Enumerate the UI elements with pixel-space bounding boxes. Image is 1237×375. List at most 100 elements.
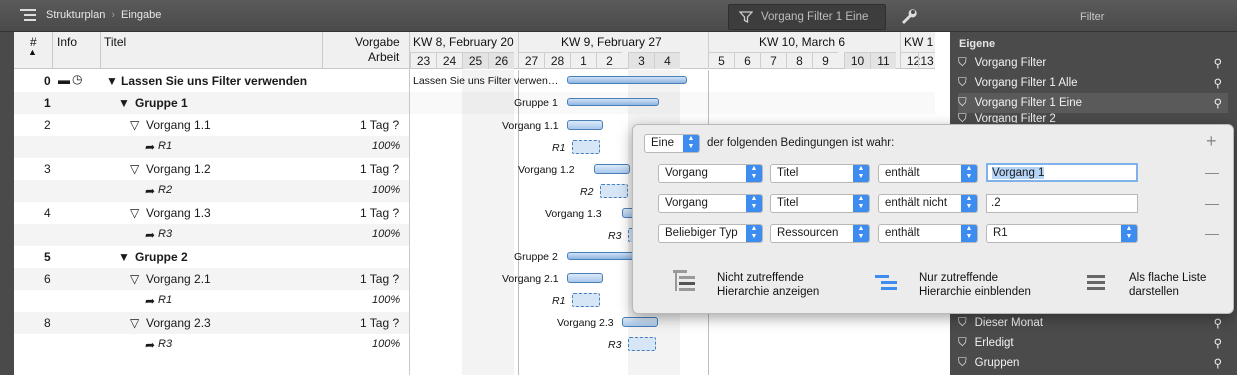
table-row[interactable]: 1 ▼ Gruppe 1 [14,92,409,114]
remove-condition-button[interactable] [1205,234,1219,235]
condition-attr-select[interactable]: Ressourcen ▲ ▼ [770,224,870,243]
disclosure-triangle-icon[interactable]: ▽ [130,206,139,220]
summary-bar[interactable] [567,98,659,106]
filter-editor-popover: Eine ▲ ▼ der folgenden Bedingungen ist wa… [632,124,1234,314]
condition-attr-select[interactable]: Titel ▲ ▼ [770,194,870,213]
header-title[interactable]: Titel [104,35,126,49]
breadcrumb-structure[interactable]: Strukturplan [46,9,105,21]
resource-bar[interactable] [572,140,600,154]
row-work[interactable]: 1 Tag ? [360,162,399,176]
condition-value-input[interactable]: Vorgang 1 [986,163,1138,182]
table-row[interactable]: ➦ R3 100% [14,334,409,356]
search-icon[interactable]: ⚲ [1214,76,1222,90]
resource-bar[interactable] [628,337,656,351]
search-icon[interactable]: ⚲ [1214,356,1222,370]
condition-field-select[interactable]: Beliebiger Typ ▲ ▼ [658,224,763,243]
table-row[interactable]: ➦ R1 100% [14,136,409,158]
search-icon[interactable]: ⚲ [1214,316,1222,330]
outline-icon[interactable] [20,8,40,22]
table-row[interactable]: 6 ▽ Vorgang 2.1 1 Tag ? [14,268,409,290]
row-work[interactable]: 1 Tag ? [360,206,399,220]
table-row[interactable]: ➦ R2 100% [14,180,409,202]
condition-field-select[interactable]: Vorgang ▲ ▼ [658,164,763,183]
table-row[interactable]: 5 ▼ Gruppe 2 [14,246,409,268]
condition-operator-select[interactable]: enthält ▲ ▼ [878,224,978,243]
resource-bar[interactable] [600,184,628,198]
resource-bar[interactable] [572,293,600,307]
condition-operator-select[interactable]: enthält ▲ ▼ [878,164,978,183]
row-work[interactable]: 1 Tag ? [360,316,399,330]
sidebar-item-filter[interactable]: ⛉ Vorgang Filter 1 Alle ⚲ [958,73,1228,93]
table-row[interactable]: ➦ R1 100% [14,290,409,312]
table-row[interactable]: 2 ▽ Vorgang 1.1 1 Tag ? [14,114,409,136]
updown-arrows-icon: ▲ ▼ [853,225,869,242]
table-row[interactable]: 4 ▽ Vorgang 1.3 1 Tag ? [14,202,409,224]
condition-operator-select[interactable]: enthält nicht ▲ ▼ [878,194,978,213]
task-bar[interactable] [594,164,630,174]
header-info[interactable]: Info [57,35,77,49]
add-condition-button[interactable]: + [1206,131,1217,152]
funnel-icon [739,11,753,24]
sidebar-item-filter[interactable]: ⛉ Vorgang Filter 2 [958,113,1228,123]
show-hierarchy-icon[interactable] [671,268,699,296]
row-title: Vorgang 2.3 [146,316,211,330]
match-mode-select[interactable]: Eine ▲ ▼ [644,134,700,153]
disclosure-triangle-icon[interactable]: ▽ [130,162,139,176]
task-bar[interactable] [567,120,603,130]
sidebar-item-label: Gruppen [974,357,1020,369]
option-line: Hierarchie einblenden [919,286,1031,298]
option-flat-list[interactable]: Als flache Liste darstellen [1129,271,1206,299]
row-work[interactable]: 100% [372,184,400,196]
flat-list-icon[interactable] [1085,273,1107,293]
row-work[interactable]: 1 Tag ? [360,118,399,132]
sidebar-item-filter-selected[interactable]: ⛉ Vorgang Filter 1 Eine ⚲ [958,93,1228,113]
input-text: .2 [991,197,1001,209]
header-arbeit[interactable]: Arbeit [368,50,399,64]
table-row[interactable]: 3 ▽ Vorgang 1.2 1 Tag ? [14,158,409,180]
table-row[interactable]: ➦ R3 100% [14,224,409,246]
matching-hierarchy-icon[interactable] [873,273,901,293]
option-show-nonmatching[interactable]: Nicht zutreffende Hierarchie anzeigen [717,271,819,299]
week-label: KW 9, February 27 [561,35,662,49]
table-row[interactable]: 0 ▬ ◷ ▼ Lassen Sie uns Filter verwenden [14,70,409,92]
disclosure-triangle-icon[interactable]: ▽ [130,272,139,286]
breadcrumb-input[interactable]: Eingabe [121,9,161,21]
disclosure-triangle-icon[interactable]: ▽ [130,316,139,330]
sidebar-item-filter[interactable]: ⛉ Gruppen ⚲ [958,353,1228,373]
row-work[interactable]: 100% [372,338,400,350]
row-work[interactable]: 100% [372,294,400,306]
task-bar[interactable] [622,317,658,327]
search-icon[interactable]: ⚲ [1214,96,1222,110]
sort-ascending-icon[interactable]: ▲ [28,47,37,57]
sidebar-item-filter[interactable]: ⛉ Dieser Monat ⚲ [958,313,1228,333]
row-work[interactable]: 100% [372,228,400,240]
disclosure-triangle-icon[interactable]: ▼ [118,250,130,264]
row-work[interactable]: 1 Tag ? [360,272,399,286]
active-filter-button[interactable]: Vorgang Filter 1 Eine [728,4,886,30]
remove-condition-button[interactable] [1205,204,1219,205]
disclosure-triangle-icon[interactable]: ▼ [106,74,118,88]
table-row[interactable]: 8 ▽ Vorgang 2.3 1 Tag ? [14,312,409,334]
condition-field-select[interactable]: Vorgang ▲ ▼ [658,194,763,213]
sidebar-item-filter[interactable]: ⛉ Erledigt ⚲ [958,333,1228,353]
row-work[interactable]: 100% [372,140,400,152]
condition-attr-select[interactable]: Titel ▲ ▼ [770,164,870,183]
remove-condition-button[interactable] [1205,173,1219,174]
condition-value-input[interactable]: .2 [986,194,1138,213]
disclosure-triangle-icon[interactable]: ▼ [118,96,130,110]
row-title: R2 [158,184,173,196]
option-show-matching[interactable]: Nur zutreffende Hierarchie einblenden [919,271,1031,299]
condition-value-select[interactable]: R1 ▲ ▼ [986,224,1138,243]
summary-bar[interactable] [567,76,687,84]
search-icon[interactable]: ⚲ [1214,336,1222,350]
task-bar[interactable] [567,273,603,283]
row-title: Vorgang 1.1 [146,118,211,132]
sidebar-item-label: Vorgang Filter [974,57,1047,69]
header-vorgabe[interactable]: Vorgabe [355,35,400,49]
search-icon[interactable]: ⚲ [1214,56,1222,70]
sidebar-item-filter[interactable]: ⛉ Vorgang Filter ⚲ [958,53,1228,73]
disclosure-triangle-icon[interactable]: ▽ [130,118,139,132]
wrench-icon[interactable] [898,7,918,25]
clock-icon: ◷ [72,72,83,86]
timeline-header: KW 8, February 20 KW 9, February 27 KW 1… [410,32,935,69]
